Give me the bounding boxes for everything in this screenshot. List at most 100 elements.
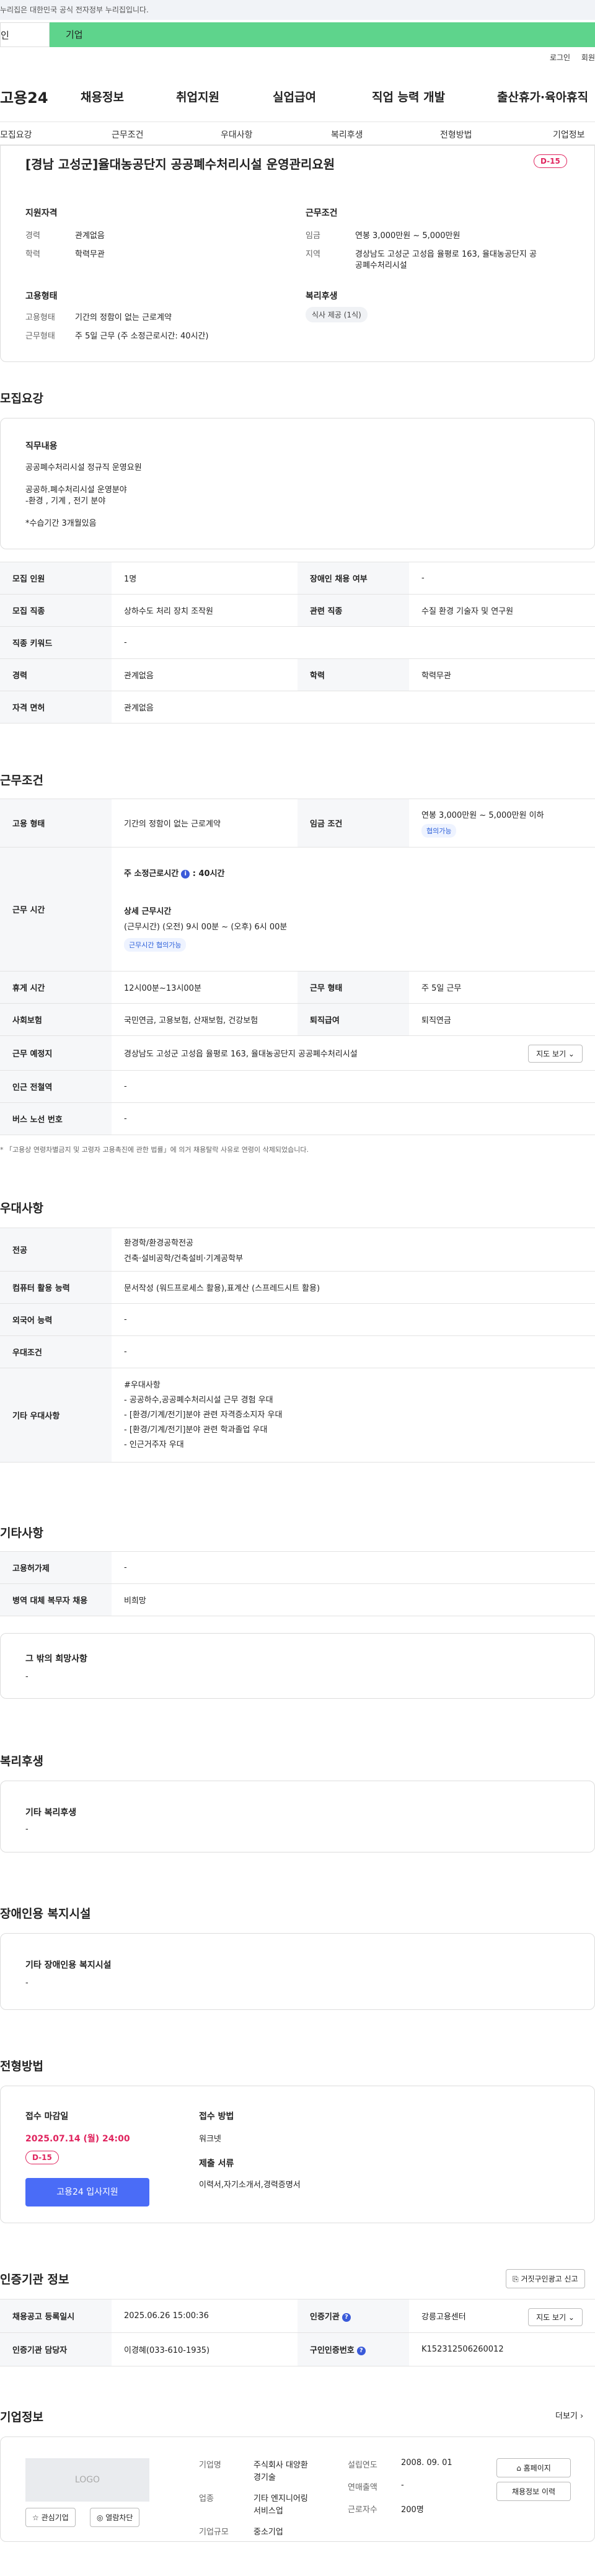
qualification-heading: 지원자격 — [25, 208, 58, 218]
duty-line-3: -환경 , 기계 , 전기 분야 — [25, 497, 106, 506]
duty-line-5: *수습기간 3개월있음 — [25, 519, 97, 528]
snb-item-work[interactable]: 근무조건 — [112, 128, 144, 141]
tab-individual[interactable]: 인 — [0, 22, 50, 47]
snb-item-recruit[interactable]: 모집요강 — [0, 128, 32, 141]
info-icon[interactable]: ? — [342, 2313, 351, 2322]
sales-label: 연매출액 — [348, 2483, 377, 2492]
welfare-heading: 복리후생 — [306, 291, 338, 301]
benefit-heading: 기타 복리후생 — [25, 1808, 77, 1818]
process-dday-badge: D-15 — [25, 2151, 59, 2164]
major-value-2: 건축·설비공학/건축설비·기계공학부 — [124, 1254, 244, 1264]
etc-prefer-cell: #우대사항 - 공공하수,공공폐수처리시설 근무 경험 우대 - [환경/기계/… — [112, 1368, 595, 1463]
gnb-item-unemployment-benefit[interactable]: 실업급여 — [273, 88, 316, 105]
disabled-label: 장애인 채용 여부 — [298, 562, 409, 595]
table-row: 인증기관 담당자 이경혜(033-610-1935) 구인인증번호? K1523… — [0, 2332, 595, 2366]
table-row: 버스 노선 번호 - — [0, 1102, 595, 1135]
region-value-line2: 공폐수처리시설 — [355, 261, 407, 270]
weekly-hours-value: : 40시간 — [192, 869, 225, 879]
prefer-table: 전공 환경학/환경공학전공 건축·설비공학/건축설비·기계공학부 컴퓨터 활용 … — [0, 1228, 595, 1463]
cert-table: 채용공고 등록일시 2025.06.26 15:00:36 인증기관? 강릉고용… — [0, 2299, 595, 2366]
table-row: 직종 키워드 - — [0, 626, 595, 659]
job-summary-card: [경남 고성군]율대농공단지 공공폐수처리시설 운영관리요원 D-15 지원자격… — [0, 145, 595, 362]
gnb-item-employment-support[interactable]: 취업지원 — [176, 88, 219, 105]
job-value: 상하수도 처리 장치 조작원 — [112, 594, 298, 627]
industry-1: 기타 엔지니어링 — [253, 2494, 308, 2503]
career-label: 경력 — [25, 231, 40, 241]
time-negotiable-tag: 근무시간 협의가능 — [124, 938, 187, 952]
utility-links: 로그인 회원 — [541, 52, 595, 63]
major-cell: 환경학/환경공학전공 건축·설비공학/건축설비·기계공학부 — [112, 1228, 595, 1272]
weekly-hours-label: 주 소정근로시간 — [124, 869, 179, 879]
map-view-button[interactable]: 지도 보기 ⌄ — [528, 1045, 583, 1063]
gnb-item-parental-leave[interactable]: 출산휴가·육아휴직 — [497, 88, 588, 105]
method-heading: 접수 방법 — [199, 2112, 234, 2122]
keyword-label: 직종 키워드 — [0, 626, 112, 659]
etc-prefer-line-0: #우대사항 — [124, 1380, 161, 1390]
job-history-button[interactable]: 채용정보 이력 — [496, 2482, 571, 2501]
gnb-item-jobs[interactable]: 채용정보 — [81, 88, 124, 105]
process-card: 접수 마감일 2025.07.14 (월) 24:00 D-15 고용24 입사… — [0, 2086, 595, 2223]
reg-date-value: 2025.06.26 15:00:36 — [112, 2299, 298, 2333]
homepage-label: 홈페이지 — [523, 2464, 551, 2472]
table-row: 기타 우대사항 #우대사항 - 공공하수,공공폐수처리시설 근무 경험 우대 -… — [0, 1368, 595, 1463]
break-value: 12시00분~13시00분 — [112, 971, 298, 1004]
computer-label: 컴퓨터 활용 능력 — [0, 1271, 112, 1304]
user-type-tabs: 인 기업 — [0, 22, 595, 47]
report-fake-ad-button[interactable]: ⎘ 거짓구인광고 신고 — [506, 2269, 585, 2288]
cert-no-label: 구인인증번호? — [298, 2332, 409, 2366]
agency-map-button[interactable]: 지도 보기 ⌄ — [528, 2308, 583, 2326]
wage-value: 연봉 3,000만원 ~ 5,000만원 이하 — [421, 811, 544, 820]
scale-label: 기업규모 — [199, 2528, 229, 2537]
wage-label: 임금 조건 — [298, 799, 409, 848]
join-link[interactable]: 회원 — [581, 53, 595, 62]
emp-type-value: 기간의 정함이 없는 근로계약 — [112, 799, 298, 848]
deadline-heading: 접수 마감일 — [25, 2112, 69, 2122]
apply-button[interactable]: 고용24 입사지원 — [25, 2178, 149, 2206]
time-detail-value: (근무시간) (오전) 9시 00분 ~ (오후) 6시 00분 — [124, 923, 288, 932]
station-value: - — [112, 1070, 595, 1103]
bus-label: 버스 노선 번호 — [0, 1102, 112, 1135]
condition-heading: 근무조건 — [306, 208, 338, 218]
table-row: 병역 대체 복무자 채용 비희망 — [0, 1583, 595, 1616]
bus-value: - — [112, 1102, 595, 1135]
snb-item-benefit[interactable]: 복리후생 — [331, 128, 363, 141]
snb-item-prefer[interactable]: 우대사항 — [221, 128, 253, 141]
cond-label: 우대조건 — [0, 1335, 112, 1368]
disabled-facility-section-title: 장애인용 복지시설 — [0, 1907, 91, 1921]
recruit-section-title: 모집요강 — [0, 392, 43, 405]
career-value: 관계없음 — [75, 231, 105, 241]
table-row: 외국어 능력 - — [0, 1303, 595, 1336]
block-company-button[interactable]: ◎ 열람차단 — [90, 2508, 140, 2527]
military-label: 병역 대체 복무자 채용 — [0, 1583, 112, 1616]
others-table: 고용허가제 - 병역 대체 복무자 채용 비희망 — [0, 1551, 595, 1616]
place-cell: 경상남도 고성군 고성읍 율평로 163, 율대농공단지 공공폐수처리시설 지도… — [112, 1035, 595, 1071]
info-icon[interactable]: i — [181, 869, 190, 879]
disabled-facility-value: - — [25, 1978, 29, 1988]
snb-item-process[interactable]: 전형방법 — [440, 128, 472, 141]
table-row: 휴게 시간 12시00분~13시00분 근무 형태 주 5일 근무 — [0, 971, 595, 1004]
others-etc-card: 그 밖의 희망사항 - — [0, 1633, 595, 1699]
emp-type-label: 고용 형태 — [0, 799, 112, 848]
company-more-link[interactable]: 더보기 › — [555, 2409, 583, 2421]
deadline-value: 2025.07.14 (월) 24:00 — [25, 2134, 130, 2144]
benefit-value: - — [25, 1825, 29, 1834]
home-icon: ⌂ — [516, 2464, 521, 2472]
company-name-label: 기업명 — [199, 2461, 221, 2470]
docs-heading: 제출 서류 — [199, 2159, 234, 2169]
tab-company[interactable]: 기업 — [50, 22, 595, 47]
work-table: 고용 형태 기간의 정함이 없는 근로계약 임금 조건 연봉 3,000만원 ~… — [0, 799, 595, 1135]
homepage-button[interactable]: ⌂ 홈페이지 — [496, 2458, 571, 2477]
etc-prefer-line-2: - [환경/기계/전기]분야 관련 자격증소지자 우대 — [124, 1410, 283, 1420]
company-logo: LOGO — [25, 2458, 149, 2502]
edu-value: 학력무관 — [75, 250, 105, 259]
info-icon[interactable]: ? — [356, 2346, 366, 2355]
favorite-company-button[interactable]: ☆ 관심기업 — [25, 2508, 76, 2527]
site-logo[interactable]: 고용24 — [0, 86, 48, 107]
table-row: 경력 관계없음 학력 학력무관 — [0, 658, 595, 691]
snb-item-company[interactable]: 기업정보 — [553, 128, 585, 141]
table-row: 고용 형태 기간의 정함이 없는 근로계약 임금 조건 연봉 3,000만원 ~… — [0, 799, 595, 848]
report-icon: ⎘ — [513, 2275, 519, 2283]
gnb-item-skills[interactable]: 직업 능력 개발 — [372, 88, 445, 105]
login-link[interactable]: 로그인 — [550, 53, 570, 62]
gov-banner: 누리집은 대한민국 공식 전자정부 누리집입니다. — [0, 0, 595, 20]
